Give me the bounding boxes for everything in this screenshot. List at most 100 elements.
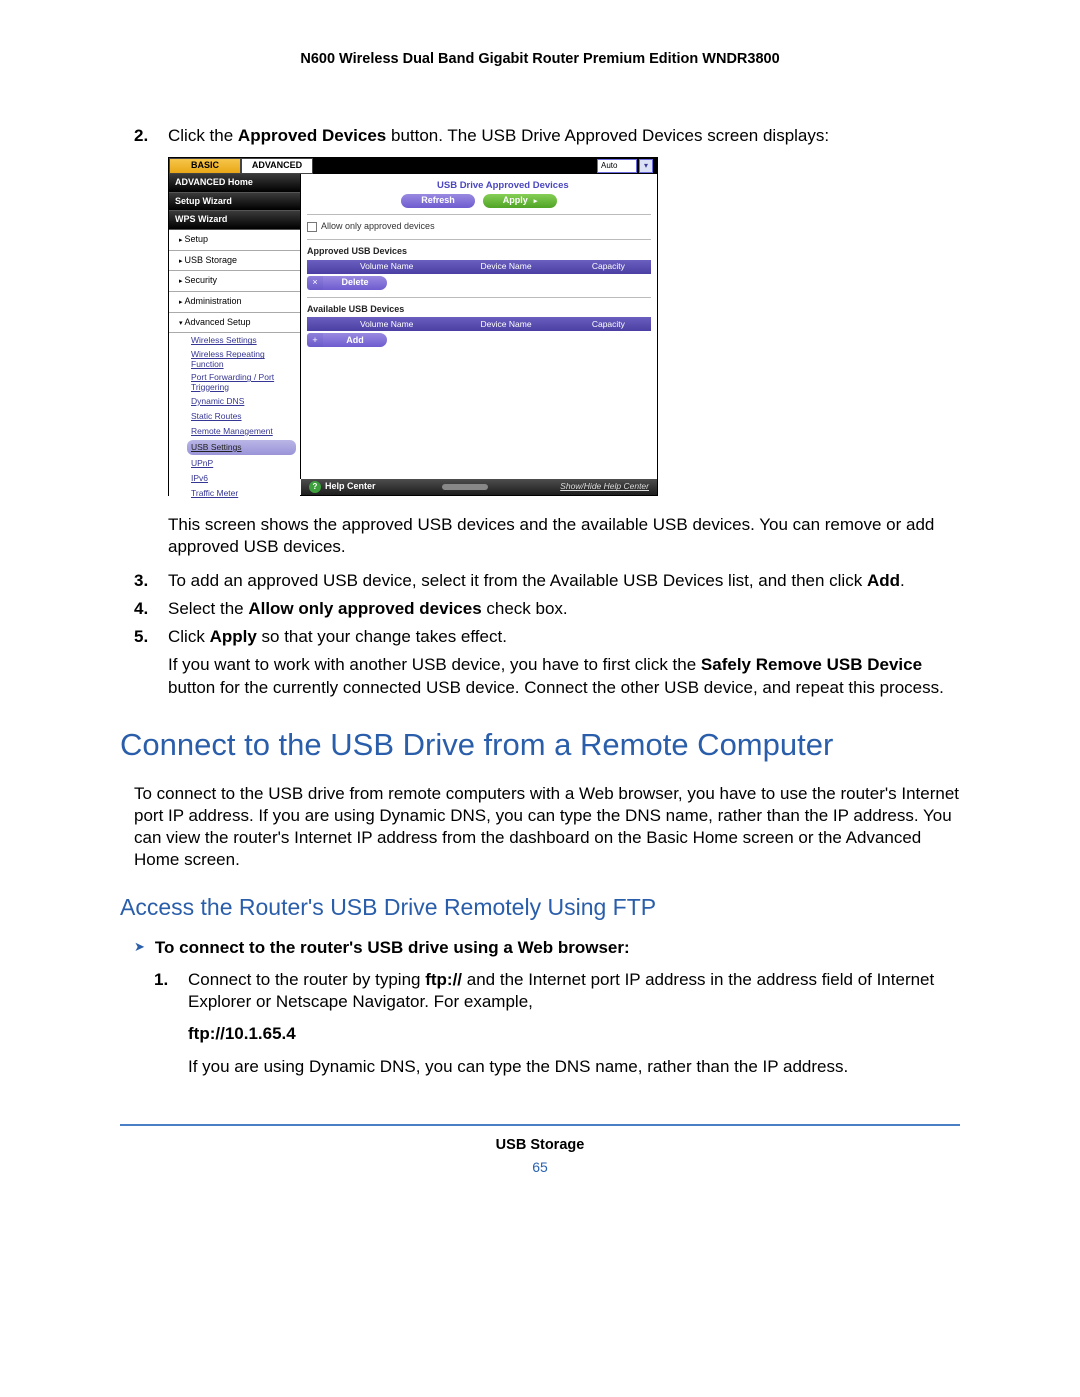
refresh-button[interactable]: Refresh — [401, 194, 475, 208]
allow-only-approved-checkbox[interactable] — [307, 222, 317, 232]
divider — [307, 297, 651, 298]
approved-table-header: Volume Name Device Name Capacity — [307, 260, 651, 274]
section-heading-connect-remote: Connect to the USB Drive from a Remote C… — [120, 725, 960, 765]
ftp-step-1: 1. Connect to the router by typing ftp:/… — [120, 969, 960, 1013]
text: . — [900, 571, 905, 590]
text: button for the currently connected USB d… — [168, 678, 944, 697]
sidebar-sub-traffic-meter[interactable]: Traffic Meter — [169, 486, 300, 501]
sidebar-sub-ipv6[interactable]: IPv6 — [169, 471, 300, 486]
text-bold: Apply — [210, 627, 257, 646]
sidebar-item-setup[interactable]: Setup — [169, 230, 300, 251]
main-panel: USB Drive Approved Devices Refresh Apply… — [301, 174, 657, 479]
sidebar-sub-remote-management[interactable]: Remote Management — [169, 424, 300, 439]
ftp-note: If you are using Dynamic DNS, you can ty… — [120, 1056, 960, 1078]
procedure-title: To connect to the router's USB drive usi… — [155, 937, 630, 959]
step-text: Connect to the router by typing ftp:// a… — [188, 969, 960, 1013]
panel-title: USB Drive Approved Devices — [437, 180, 651, 192]
step-text: Click Apply so that your change takes ef… — [168, 626, 960, 648]
text: so that your change takes effect. — [257, 627, 507, 646]
show-hide-help-link[interactable]: Show/Hide Help Center — [560, 481, 649, 492]
sidebar-sub-dynamic-dns[interactable]: Dynamic DNS — [169, 394, 300, 409]
auto-select[interactable]: Auto — [597, 159, 637, 173]
text-bold: Add — [867, 571, 900, 590]
sidebar-sub-upnp[interactable]: UPnP — [169, 456, 300, 471]
approved-devices-heading: Approved USB Devices — [307, 246, 651, 258]
tab-bar: BASIC ADVANCED Auto ▾ — [169, 158, 657, 174]
sidebar-item-advanced-setup[interactable]: Advanced Setup — [169, 313, 300, 334]
col-device-name: Device Name — [446, 260, 565, 274]
help-icon[interactable]: ? — [309, 481, 321, 493]
apply-label: Apply — [503, 195, 528, 207]
tab-basic[interactable]: BASIC — [169, 158, 241, 174]
divider — [307, 239, 651, 240]
sidebar-sub-usb-settings[interactable]: USB Settings — [187, 440, 296, 455]
text-bold: Safely Remove USB Device — [701, 655, 922, 674]
tail-paragraph: If you want to work with another USB dev… — [120, 654, 960, 698]
delete-x-icon[interactable]: × — [307, 276, 323, 290]
text: Click — [168, 627, 210, 646]
col-capacity: Capacity — [566, 317, 651, 331]
text-bold: ftp:// — [425, 970, 462, 989]
sidebar-sub-port-forwarding[interactable]: Port Forwarding / Port Triggering — [169, 371, 300, 394]
footer-section-name: USB Storage — [120, 1136, 960, 1155]
step-4: 4. Select the Allow only approved device… — [120, 598, 960, 620]
add-plus-icon[interactable]: + — [307, 333, 323, 347]
tab-advanced[interactable]: ADVANCED — [241, 158, 313, 174]
router-ui-screenshot: BASIC ADVANCED Auto ▾ ADVANCED Home Setu… — [168, 157, 658, 496]
step-5: 5. Click Apply so that your change takes… — [120, 626, 960, 648]
add-button[interactable]: Add — [323, 333, 387, 347]
text-bold: Approved Devices — [238, 126, 386, 145]
sidebar-item-advanced-home[interactable]: ADVANCED Home — [169, 174, 300, 193]
step-text: Click the Approved Devices button. The U… — [168, 125, 960, 147]
remote-intro-paragraph: To connect to the USB drive from remote … — [120, 783, 960, 871]
sidebar-sub-wireless-settings[interactable]: Wireless Settings — [169, 333, 300, 348]
step-text: To add an approved USB device, select it… — [168, 570, 960, 592]
step-3: 3. To add an approved USB device, select… — [120, 570, 960, 592]
text: button. The USB Drive Approved Devices s… — [386, 126, 829, 145]
chevron-right-icon: ▸ — [534, 197, 538, 206]
step-text: Select the Allow only approved devices c… — [168, 598, 960, 620]
auto-dropdown-icon[interactable]: ▾ — [639, 159, 653, 173]
doc-header-title: N600 Wireless Dual Band Gigabit Router P… — [120, 50, 960, 69]
text-bold: Allow only approved devices — [248, 599, 481, 618]
sidebar-item-setup-wizard[interactable]: Setup Wizard — [169, 193, 300, 212]
delete-button[interactable]: Delete — [323, 276, 387, 290]
footer-page-number: 65 — [120, 1158, 960, 1176]
subsection-heading-ftp: Access the Router's USB Drive Remotely U… — [120, 893, 960, 923]
available-table-header: Volume Name Device Name Capacity — [307, 317, 651, 331]
text: If you want to work with another USB dev… — [168, 655, 701, 674]
col-volume-name: Volume Name — [327, 317, 446, 331]
chevron-right-icon: ➤ — [134, 939, 145, 956]
step-number: 1. — [154, 969, 188, 1013]
sidebar-item-usb-storage[interactable]: USB Storage — [169, 251, 300, 272]
step-number: 5. — [134, 626, 168, 648]
text: Connect to the router by typing — [188, 970, 425, 989]
sidebar-item-security[interactable]: Security — [169, 271, 300, 292]
divider — [307, 214, 651, 215]
text: To add an approved USB device, select it… — [168, 571, 867, 590]
text: check box. — [482, 599, 568, 618]
procedure-heading: ➤ To connect to the router's USB drive u… — [120, 937, 960, 959]
sidebar-item-administration[interactable]: Administration — [169, 292, 300, 313]
ftp-example: ftp://10.1.65.4 — [120, 1023, 960, 1045]
sidebar: ADVANCED Home Setup Wizard WPS Wizard Se… — [169, 174, 301, 479]
available-devices-heading: Available USB Devices — [307, 304, 651, 316]
sidebar-sub-static-routes[interactable]: Static Routes — [169, 409, 300, 424]
drag-handle-icon[interactable] — [442, 484, 488, 490]
sidebar-item-wps-wizard[interactable]: WPS Wizard — [169, 211, 300, 230]
apply-button[interactable]: Apply ▸ — [483, 194, 557, 208]
col-device-name: Device Name — [446, 317, 565, 331]
footer-rule — [120, 1124, 960, 1126]
text: Select the — [168, 599, 248, 618]
sidebar-sub-wireless-repeating[interactable]: Wireless Repeating Function — [169, 348, 300, 371]
text: Click the — [168, 126, 238, 145]
step-2: 2. Click the Approved Devices button. Th… — [120, 125, 960, 147]
help-footer: ? Help Center Show/Hide Help Center — [301, 479, 657, 495]
step-number: 2. — [134, 125, 168, 147]
checkbox-label: Allow only approved devices — [321, 221, 435, 233]
step-number: 4. — [134, 598, 168, 620]
col-capacity: Capacity — [566, 260, 651, 274]
step-number: 3. — [134, 570, 168, 592]
col-volume-name: Volume Name — [327, 260, 446, 274]
help-center-label[interactable]: Help Center — [325, 481, 376, 493]
